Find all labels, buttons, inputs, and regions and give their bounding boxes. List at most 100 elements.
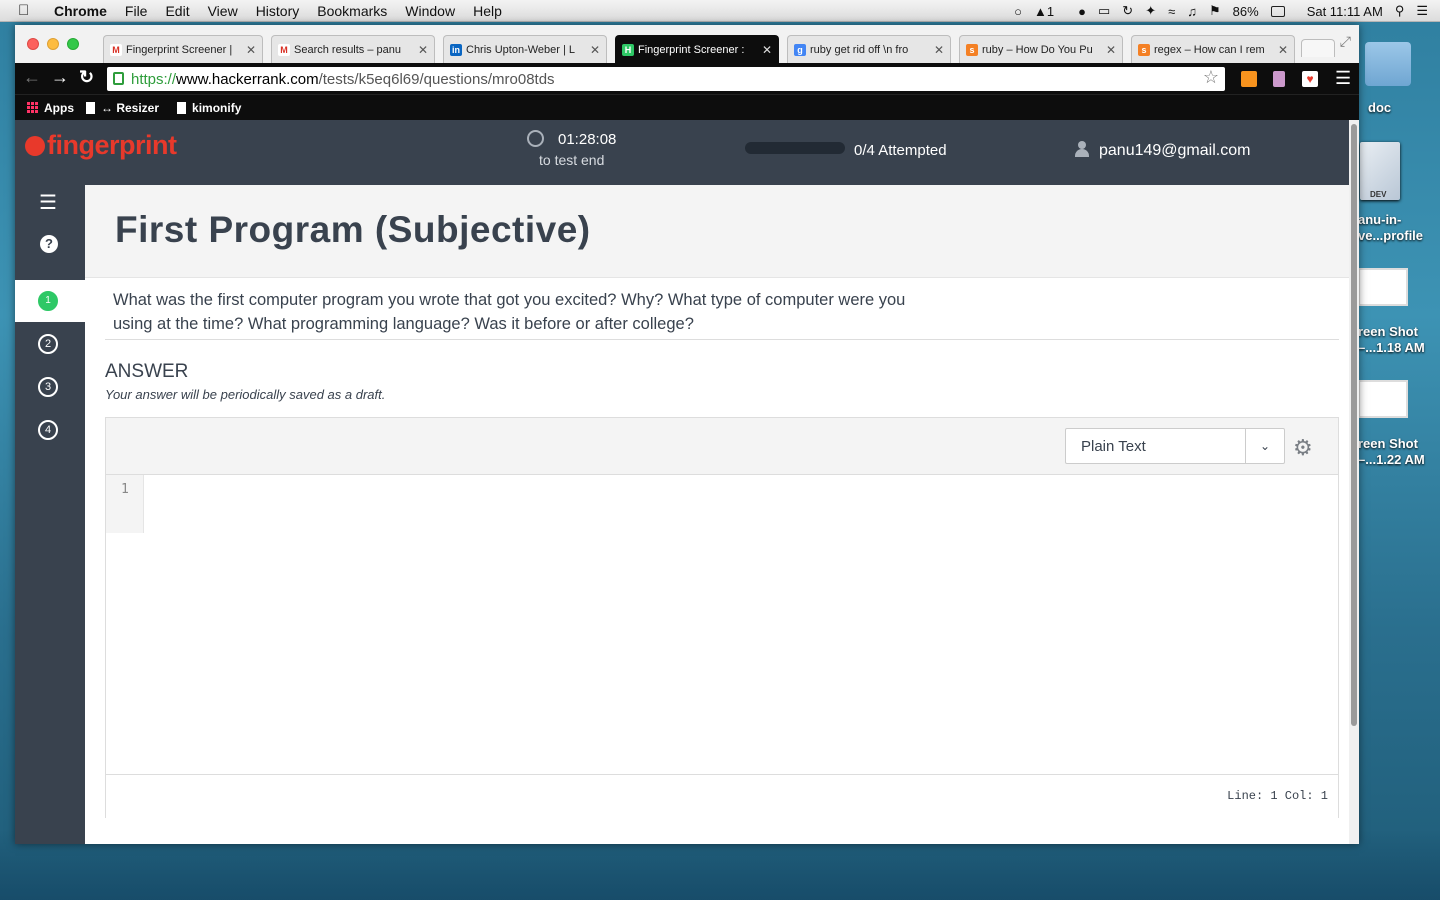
bluetooth-icon[interactable]: ✦ — [1145, 3, 1156, 19]
tab-title: Chris Upton-Weber | L — [466, 43, 576, 56]
help-icon[interactable]: ? — [40, 235, 58, 253]
fingerprint-logo[interactable]: fingerprint — [25, 130, 177, 161]
address-bar[interactable]: https://www.hackerrank.com/tests/k5eq6l6… — [107, 67, 1225, 91]
wifi-icon[interactable]: ≈ — [1168, 4, 1175, 19]
spotlight-search-icon[interactable]: ⚲ — [1395, 3, 1405, 19]
zoom-window-button[interactable] — [67, 38, 79, 50]
desktop-icon-profile[interactable]: anu-in- ve...profile — [1358, 212, 1423, 244]
bookmark-resizer[interactable]: ↔ Resizer — [86, 101, 159, 115]
close-tab-icon[interactable]: ✕ — [762, 43, 772, 57]
fullscreen-icon[interactable]: ⤢ — [1340, 33, 1351, 50]
creative-cloud-icon[interactable]: ○ — [1014, 4, 1022, 19]
back-arrow-icon[interactable]: ← — [23, 67, 41, 88]
airplay-icon[interactable]: ▭ — [1098, 3, 1110, 19]
question-title-bar: First Program (Subjective) — [85, 185, 1349, 278]
desktop-icon-doc[interactable]: doc — [1368, 100, 1391, 116]
bookmarks-bar: Apps ↔ Resizer kimonify — [15, 94, 1359, 120]
divider — [105, 339, 1339, 340]
attempt-progress-bar — [745, 142, 845, 154]
question-nav-4[interactable]: 4 — [15, 409, 85, 451]
user-menu[interactable]: panu149@gmail.com — [1075, 141, 1250, 160]
bookmark-apps[interactable]: Apps — [27, 101, 74, 115]
doc-folder-icon[interactable] — [1365, 42, 1411, 86]
close-window-button[interactable] — [27, 38, 39, 50]
bookmark-kimonify[interactable]: kimonify — [177, 101, 241, 115]
scrollbar-thumb[interactable] — [1351, 124, 1357, 726]
flag-icon[interactable]: ⚑ — [1209, 3, 1221, 19]
screenshot-thumbnail-icon[interactable] — [1358, 268, 1408, 306]
desktop-icon-screenshot-2[interactable]: reen Shot –...1.22 AM — [1358, 436, 1425, 468]
gear-icon[interactable]: ⚙ — [1293, 437, 1313, 459]
battery-percent[interactable]: 86% — [1233, 4, 1259, 19]
tab-title: ruby – How Do You Pu — [982, 43, 1093, 56]
dev-badge: DEV — [1370, 190, 1387, 199]
menu-history[interactable]: History — [256, 3, 300, 19]
question-number: 2 — [38, 334, 58, 354]
tab-ruby-stackoverflow[interactable]: s ruby – How Do You Pu ✕ — [959, 35, 1123, 63]
menu-help[interactable]: Help — [473, 3, 502, 19]
question-list-icon[interactable]: ☰ — [39, 190, 57, 215]
reload-icon[interactable]: ↻ — [79, 67, 94, 88]
menu-view[interactable]: View — [208, 3, 238, 19]
line-number: 1 — [121, 482, 129, 497]
notification-count: 1 — [1046, 3, 1055, 19]
extension-pocket-icon[interactable]: ♥ — [1302, 71, 1318, 87]
menubar-clock[interactable]: Sat 11:11 AM — [1307, 4, 1383, 19]
user-email: panu149@gmail.com — [1099, 142, 1251, 159]
extension-hackerrank-icon[interactable] — [1241, 71, 1257, 87]
menu-bookmarks[interactable]: Bookmarks — [317, 3, 387, 19]
tab-ruby-google[interactable]: g ruby get rid off \n fro ✕ — [787, 35, 951, 63]
hackerrank-icon: H — [622, 43, 634, 56]
volume-icon[interactable]: ♫ — [1187, 4, 1197, 19]
screenshot-thumbnail-icon[interactable] — [1358, 380, 1408, 418]
answer-textarea[interactable] — [144, 475, 1338, 773]
browser-toolbar: ← → ↻ https://www.hackerrank.com/tests/k… — [15, 63, 1359, 94]
tab-fingerprint-gmail[interactable]: M Fingerprint Screener | ✕ — [103, 35, 263, 63]
question-sidebar: ☰ ? 1 2 3 4 — [15, 185, 85, 844]
timer-caption: to test end — [539, 152, 605, 168]
test-header: fingerprint 01:28:08 to test end 0/4 Att… — [15, 120, 1349, 185]
menu-window[interactable]: Window — [405, 3, 455, 19]
menu-edit[interactable]: Edit — [165, 3, 189, 19]
menu-app-name[interactable]: Chrome — [54, 3, 107, 19]
battery-icon[interactable] — [1270, 5, 1285, 17]
evernote-icon[interactable]: ● — [1078, 4, 1086, 19]
question-number: 4 — [38, 420, 58, 440]
language-value: Plain Text — [1081, 438, 1146, 455]
close-tab-icon[interactable]: ✕ — [590, 43, 600, 57]
close-tab-icon[interactable]: ✕ — [934, 43, 944, 57]
close-tab-icon[interactable]: ✕ — [1278, 43, 1288, 57]
forward-arrow-icon[interactable]: → — [51, 67, 69, 88]
apple-menu-icon[interactable]:  — [18, 2, 40, 19]
menu-file[interactable]: File — [125, 3, 148, 19]
minimize-window-button[interactable] — [47, 38, 59, 50]
language-select[interactable]: Plain Text ⌄ — [1065, 428, 1285, 464]
close-tab-icon[interactable]: ✕ — [418, 43, 428, 57]
bookmark-star-icon[interactable]: ☆ — [1203, 67, 1219, 88]
new-tab-button[interactable] — [1301, 39, 1335, 57]
question-nav-3[interactable]: 3 — [15, 366, 85, 408]
cursor-position: Line: 1 Col: 1 — [1227, 789, 1328, 803]
chevron-down-icon[interactable]: ⌄ — [1245, 429, 1284, 463]
logo-text: fingerprint — [47, 130, 177, 160]
apps-grid-icon — [27, 102, 38, 113]
tab-search-results[interactable]: M Search results – panu ✕ — [271, 35, 435, 63]
google-icon: g — [794, 43, 806, 56]
tab-fingerprint-hackerrank[interactable]: H Fingerprint Screener : ✕ — [615, 35, 779, 63]
tab-regex-stackoverflow[interactable]: s regex – How can I rem ✕ — [1131, 35, 1295, 63]
close-tab-icon[interactable]: ✕ — [1106, 43, 1116, 57]
tab-linkedin[interactable]: in Chris Upton-Weber | L ✕ — [443, 35, 607, 63]
chrome-menu-icon[interactable]: ☰ — [1335, 68, 1351, 89]
page-scrollbar[interactable] — [1349, 120, 1359, 844]
desktop-icon-screenshot-1[interactable]: reen Shot –...1.18 AM — [1358, 324, 1425, 356]
adobe-notification-icon[interactable]: ▲1 — [1034, 4, 1066, 19]
notification-center-icon[interactable]: ☰ — [1416, 3, 1428, 19]
question-nav-1[interactable]: 1 — [15, 280, 85, 322]
xcode-dev-icon[interactable]: DEV — [1360, 142, 1400, 200]
question-nav-2[interactable]: 2 — [15, 323, 85, 365]
close-tab-icon[interactable]: ✕ — [246, 43, 256, 57]
linkedin-icon: in — [450, 43, 462, 56]
question-text: What was the first computer program you … — [113, 291, 906, 333]
time-machine-icon[interactable]: ↻ — [1122, 3, 1133, 19]
extension-phone-icon[interactable] — [1273, 71, 1285, 87]
